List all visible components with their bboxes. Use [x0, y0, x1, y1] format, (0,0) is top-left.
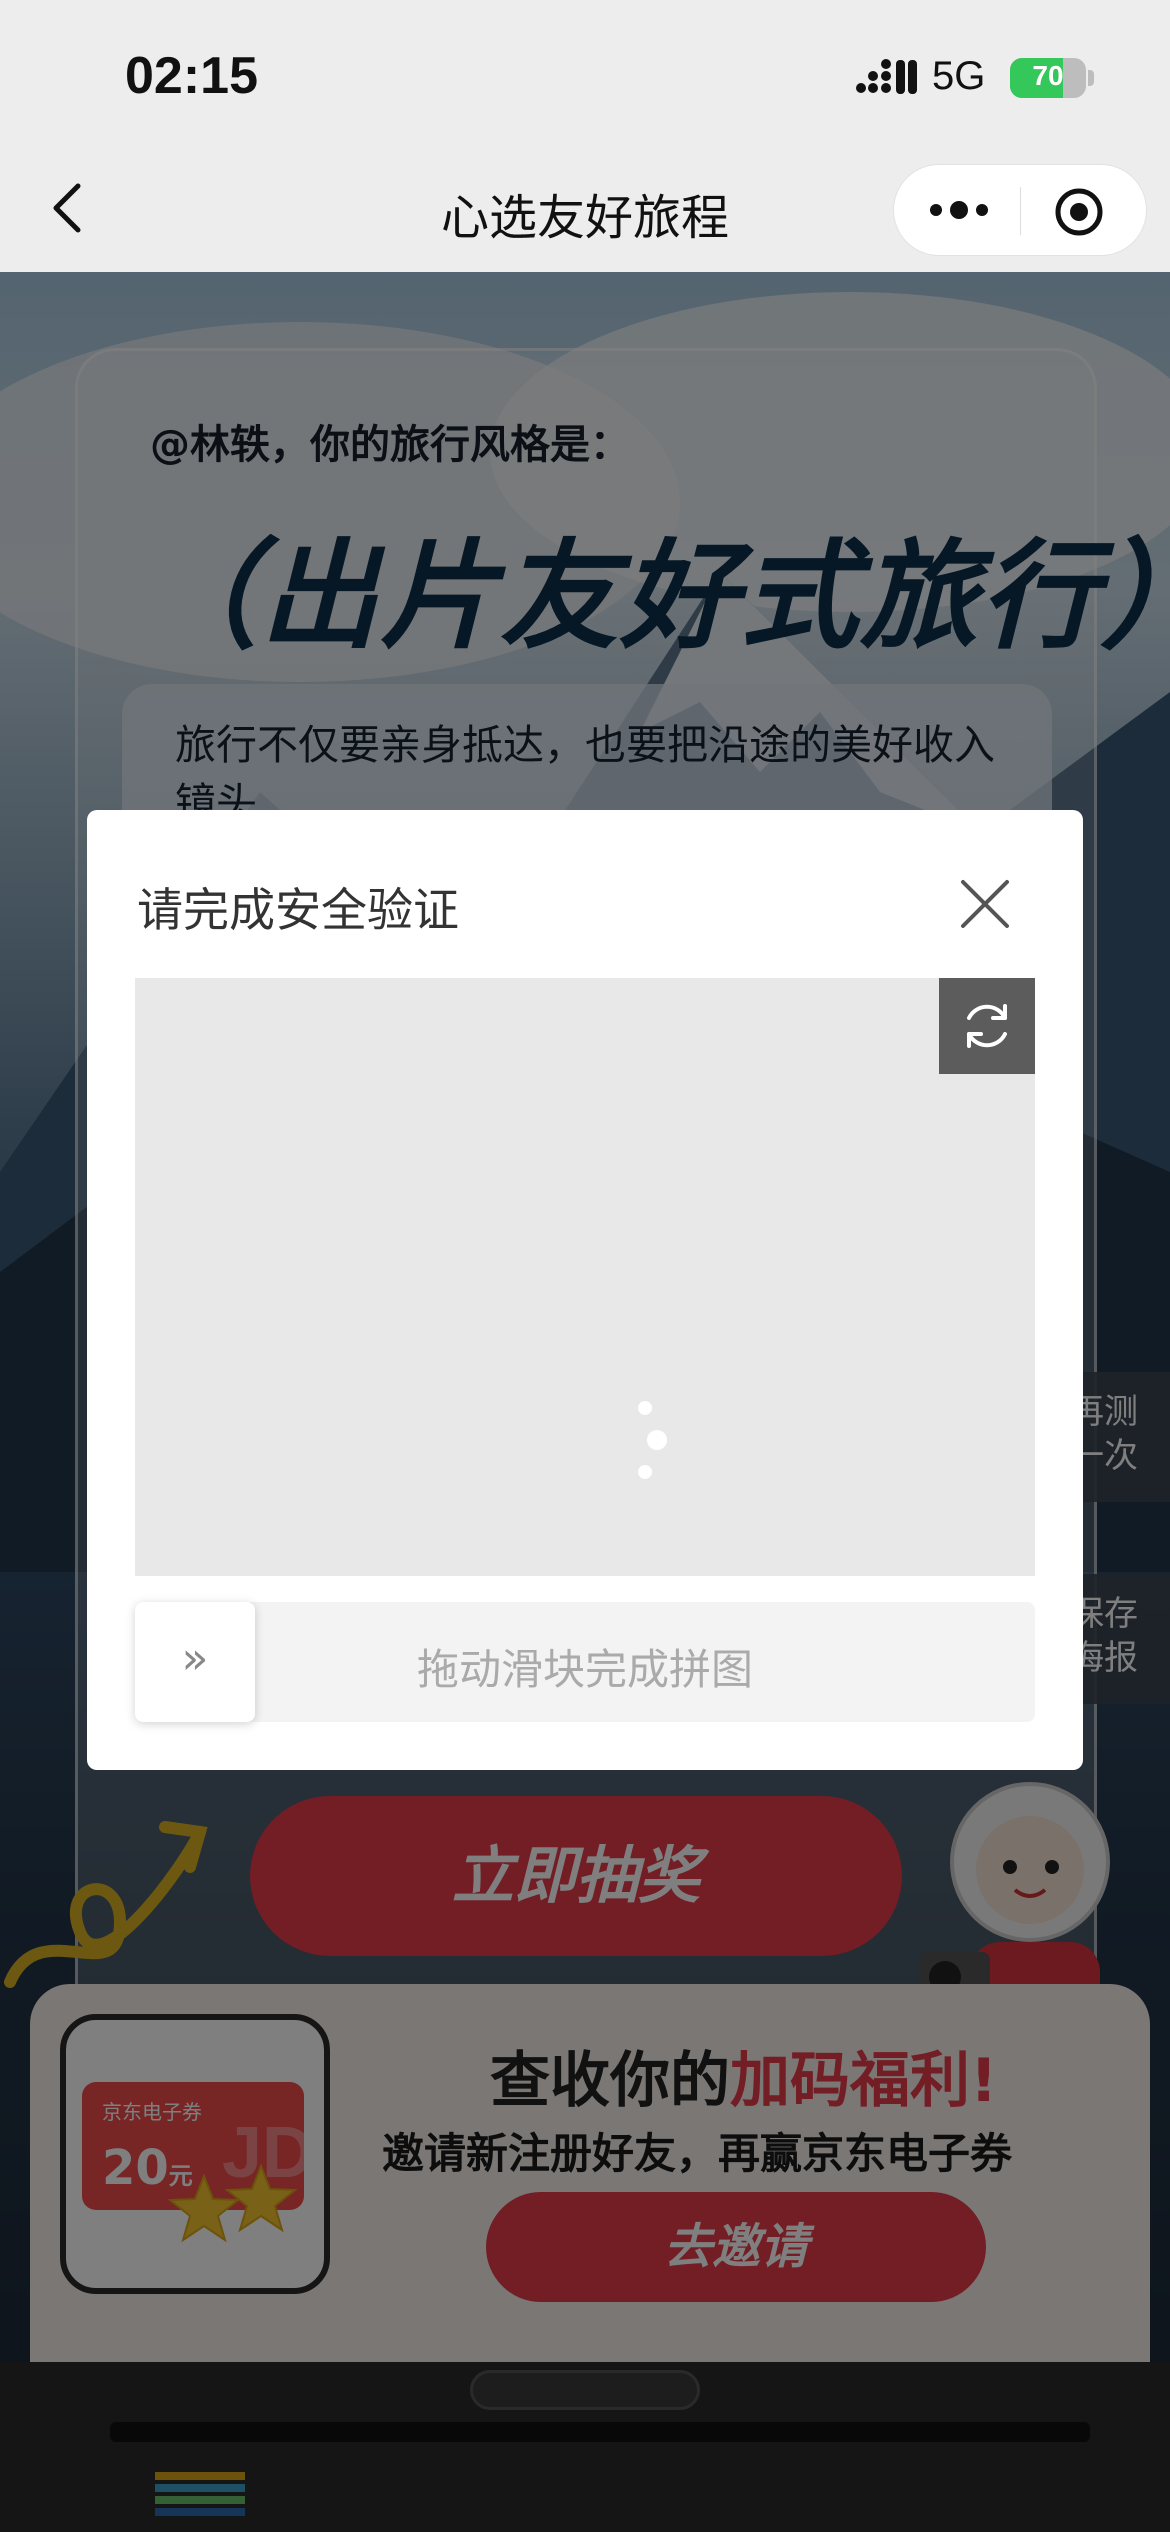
battery-cap: [1088, 70, 1094, 86]
battery-level: 70: [1032, 60, 1064, 91]
puzzle-image-area: [135, 978, 1035, 1576]
security-verification-dialog: 请完成安全验证 拖动滑块完成拼图 »: [87, 810, 1083, 1770]
mini-program-capsule: [893, 164, 1147, 256]
target-icon[interactable]: [1054, 187, 1104, 237]
slider-track[interactable]: 拖动滑块完成拼图: [135, 1602, 1035, 1722]
status-time: 02:15: [125, 47, 258, 105]
slider-handle[interactable]: »: [135, 1602, 255, 1722]
status-bar: 02:15 5G 70: [0, 0, 1170, 150]
loading-spinner-icon: [638, 1401, 667, 1479]
refresh-icon: [967, 1004, 1007, 1048]
refresh-button[interactable]: [939, 978, 1035, 1074]
more-dots-icon[interactable]: [924, 195, 994, 225]
dialog-title: 请完成安全验证: [137, 883, 459, 937]
capsule-divider: [1020, 187, 1021, 235]
close-icon[interactable]: [955, 874, 1015, 934]
nav-bar: 心选友好旅程: [0, 150, 1170, 272]
cellular-signal-icon: [856, 59, 917, 94]
slider-hint: 拖动滑块完成拼图: [416, 1645, 753, 1694]
network-type: 5G: [932, 54, 986, 98]
battery-icon: 70: [1010, 58, 1086, 98]
